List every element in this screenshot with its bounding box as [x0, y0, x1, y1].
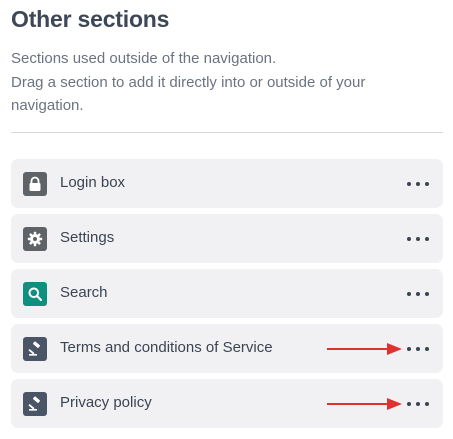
more-options-icon[interactable] [407, 232, 429, 246]
gear-icon [23, 227, 47, 251]
more-options-icon[interactable] [407, 287, 429, 301]
section-item-search[interactable]: Search [11, 269, 443, 318]
more-options-icon[interactable] [407, 342, 429, 356]
section-item-login-box[interactable]: Login box [11, 159, 443, 208]
section-description: Sections used outside of the navigation.… [11, 47, 431, 118]
section-item-label: Terms and conditions of Service [60, 339, 273, 356]
search-icon [23, 282, 47, 306]
section-item-label: Settings [60, 229, 115, 246]
section-item-label: Login box [60, 174, 126, 191]
section-item-label: Privacy policy [60, 394, 152, 411]
description-line-2: Drag a section to add it directly into o… [11, 73, 366, 91]
gavel-icon [23, 392, 47, 416]
description-line-1: Sections used outside of the navigation. [11, 50, 277, 67]
section-item-settings[interactable]: Settings [11, 214, 443, 263]
section-title: Other sections [11, 6, 170, 32]
annotation-arrow [327, 343, 402, 355]
divider [11, 132, 443, 133]
more-options-icon[interactable] [407, 397, 429, 411]
gavel-icon [23, 337, 47, 361]
section-item-privacy-policy[interactable]: Privacy policy [11, 379, 443, 428]
more-options-icon[interactable] [407, 177, 429, 191]
section-item-label: Search [60, 284, 108, 301]
annotation-arrow [327, 398, 402, 410]
section-item-terms[interactable]: Terms and conditions of Service [11, 324, 443, 373]
description-line-3: navigation. [11, 97, 84, 114]
other-sections-panel: Other sections Sections used outside of … [0, 0, 453, 439]
lock-icon [23, 172, 47, 196]
